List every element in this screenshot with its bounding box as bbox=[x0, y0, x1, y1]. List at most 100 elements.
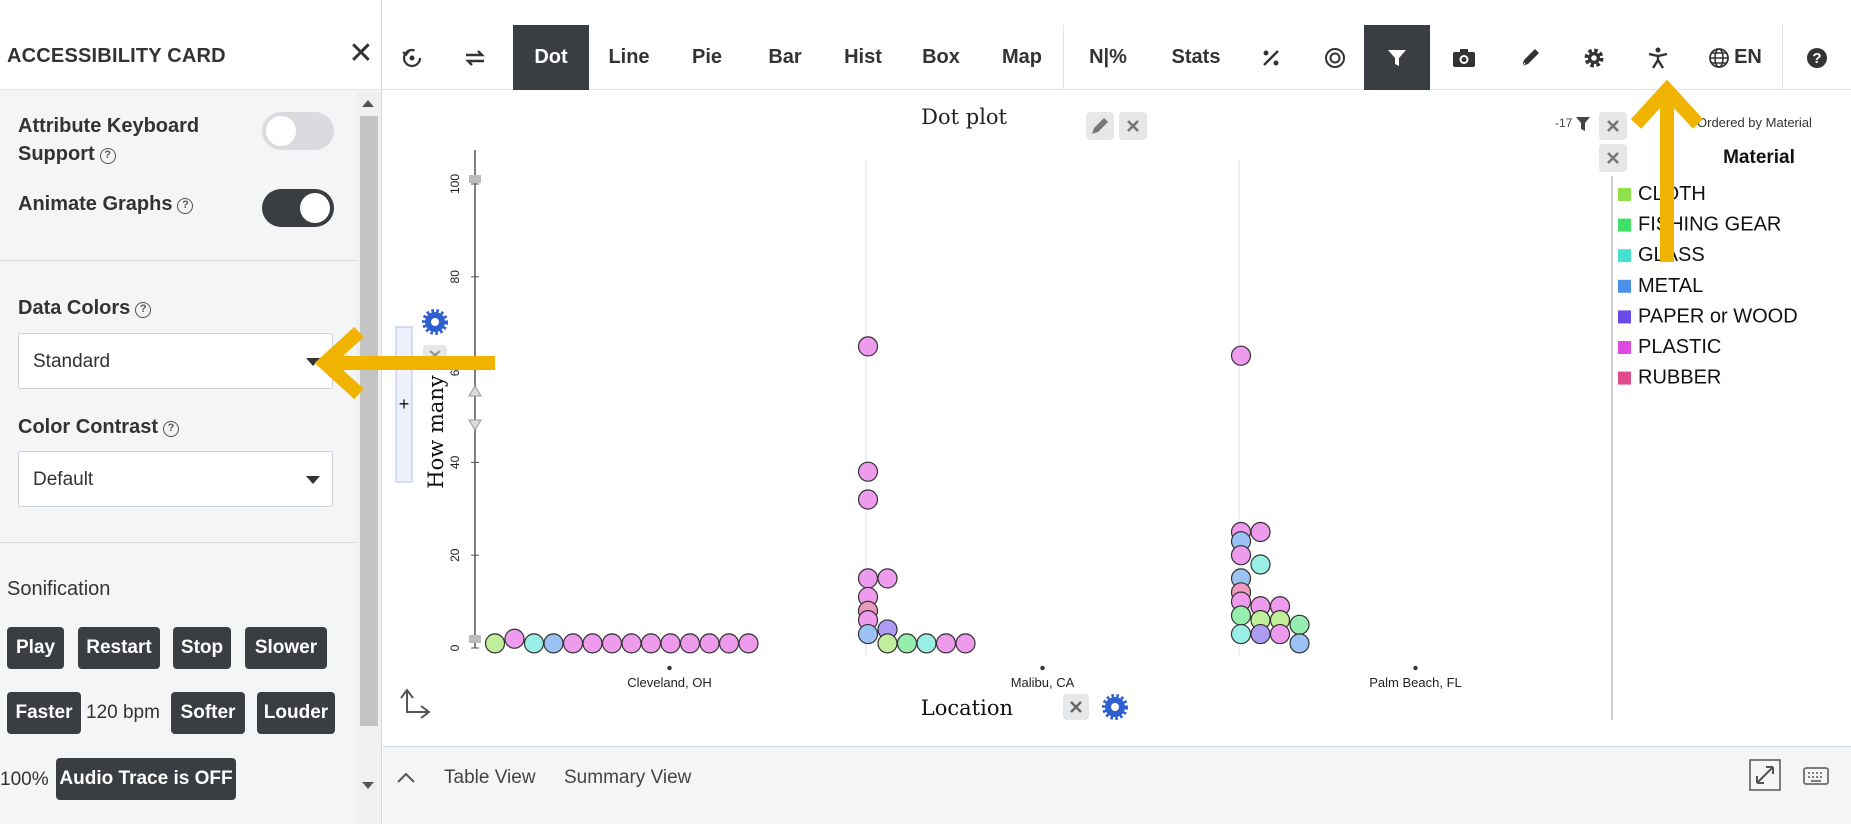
data-point[interactable] bbox=[601, 633, 623, 654]
data-point[interactable] bbox=[955, 633, 976, 654]
softer-button[interactable]: Softer bbox=[171, 692, 245, 734]
data-point[interactable] bbox=[504, 628, 525, 649]
scroll-thumb[interactable] bbox=[360, 116, 378, 726]
close-icon[interactable]: ✕ bbox=[346, 39, 376, 70]
swap-icon[interactable] bbox=[442, 25, 508, 90]
pen-icon[interactable] bbox=[1498, 25, 1562, 90]
remove-x-attribute-icon[interactable] bbox=[1063, 694, 1089, 720]
legend-item-label[interactable]: FISHING GEAR bbox=[1638, 214, 1781, 236]
legend-item-label[interactable]: RUBBER bbox=[1638, 367, 1721, 389]
tab-table-view[interactable]: Table View bbox=[444, 767, 536, 789]
axis-swap-icon[interactable] bbox=[400, 688, 431, 719]
remove-legend-icon[interactable] bbox=[1599, 144, 1627, 172]
data-point[interactable] bbox=[857, 461, 879, 482]
stop-button[interactable]: Stop bbox=[173, 627, 231, 669]
help-icon[interactable]: ? bbox=[99, 148, 116, 164]
keyboard-icon[interactable] bbox=[1803, 767, 1829, 785]
data-point[interactable] bbox=[1230, 345, 1252, 366]
tab-map[interactable]: Map bbox=[981, 25, 1063, 90]
help-icon[interactable]: ? bbox=[163, 421, 179, 437]
data-point[interactable] bbox=[857, 623, 879, 645]
tab-hist[interactable]: Hist bbox=[825, 25, 901, 90]
data-point[interactable] bbox=[857, 489, 879, 510]
data-point[interactable] bbox=[679, 633, 701, 654]
data-point[interactable] bbox=[1250, 623, 1271, 645]
keyboard-support-toggle[interactable] bbox=[262, 112, 334, 150]
data-point[interactable] bbox=[1250, 521, 1271, 543]
x-axis-gear-icon[interactable] bbox=[1102, 694, 1128, 720]
help-icon[interactable]: ? bbox=[1782, 25, 1851, 90]
add-attribute-button[interactable]: + bbox=[399, 394, 410, 414]
legend-swatch[interactable] bbox=[1618, 279, 1631, 293]
legend-swatch[interactable] bbox=[1618, 188, 1631, 201]
data-point[interactable] bbox=[935, 633, 957, 654]
gear-icon[interactable] bbox=[1562, 25, 1626, 90]
legend-swatch[interactable] bbox=[1618, 310, 1631, 324]
expand-icon[interactable] bbox=[1749, 759, 1781, 791]
sidebar-scrollbar[interactable] bbox=[356, 92, 381, 824]
tab-bar[interactable]: Bar bbox=[745, 25, 825, 90]
help-icon[interactable]: ? bbox=[135, 302, 152, 318]
data-point[interactable] bbox=[562, 633, 584, 654]
help-icon[interactable]: ? bbox=[177, 198, 194, 214]
data-point[interactable] bbox=[1289, 633, 1310, 654]
restart-button[interactable]: Restart bbox=[78, 627, 160, 669]
tab-pie[interactable]: Pie bbox=[669, 25, 745, 90]
language-select[interactable]: EN bbox=[1690, 25, 1780, 90]
louder-button[interactable]: Louder bbox=[257, 692, 335, 734]
legend-swatch[interactable] bbox=[1618, 218, 1631, 232]
data-colors-select[interactable]: Standard bbox=[18, 333, 333, 389]
camera-icon[interactable] bbox=[1430, 25, 1498, 90]
edit-title-icon[interactable] bbox=[1086, 112, 1114, 140]
x-axis-label[interactable]: Location bbox=[921, 696, 1013, 720]
scroll-down-icon[interactable] bbox=[362, 782, 374, 789]
filter-icon[interactable] bbox=[1364, 25, 1430, 90]
data-point[interactable] bbox=[484, 633, 506, 654]
data-point[interactable] bbox=[1230, 623, 1252, 645]
remove-filter-icon[interactable] bbox=[1599, 112, 1627, 140]
scroll-up-icon[interactable] bbox=[362, 100, 374, 107]
data-point[interactable] bbox=[582, 633, 603, 654]
data-point[interactable] bbox=[523, 633, 545, 654]
tab-summary-view[interactable]: Summary View bbox=[564, 767, 691, 789]
data-point[interactable] bbox=[718, 633, 740, 654]
data-point[interactable] bbox=[857, 336, 879, 357]
percent-icon[interactable] bbox=[1239, 25, 1303, 90]
legend-item-label[interactable]: CLOTH bbox=[1638, 183, 1706, 205]
audio-trace-button[interactable]: Audio Trace is OFF bbox=[56, 758, 236, 800]
y-axis-gear-icon[interactable] bbox=[422, 309, 448, 335]
tab-box[interactable]: Box bbox=[901, 25, 981, 90]
tab-dot[interactable]: Dot bbox=[513, 25, 589, 90]
remove-title-icon[interactable] bbox=[1119, 112, 1147, 140]
reset-icon[interactable] bbox=[382, 25, 442, 90]
legend-swatch[interactable] bbox=[1618, 371, 1631, 385]
data-point[interactable] bbox=[1230, 545, 1252, 566]
data-point[interactable] bbox=[660, 633, 681, 654]
y-axis-label[interactable]: How many bbox=[424, 375, 448, 489]
animate-graphs-toggle[interactable] bbox=[262, 189, 334, 227]
legend-item-label[interactable]: METAL bbox=[1638, 275, 1703, 297]
chevron-up-icon[interactable] bbox=[395, 769, 417, 785]
slower-button[interactable]: Slower bbox=[245, 627, 327, 669]
legend-swatch[interactable] bbox=[1618, 341, 1631, 354]
data-point[interactable] bbox=[1250, 554, 1271, 575]
accessibility-icon[interactable] bbox=[1626, 25, 1690, 90]
y-min-handle[interactable] bbox=[469, 635, 481, 643]
data-point[interactable] bbox=[738, 633, 759, 654]
data-point[interactable] bbox=[621, 633, 642, 654]
data-point[interactable] bbox=[877, 633, 898, 654]
data-point[interactable] bbox=[699, 633, 720, 654]
play-button[interactable]: Play bbox=[7, 627, 64, 669]
data-point[interactable] bbox=[896, 633, 918, 654]
data-point[interactable] bbox=[1230, 605, 1252, 626]
data-point[interactable] bbox=[543, 633, 564, 654]
legend-swatch[interactable] bbox=[1618, 249, 1631, 263]
y-max-handle[interactable] bbox=[469, 175, 481, 183]
remove-y-attribute-icon[interactable] bbox=[423, 345, 447, 365]
target-icon[interactable] bbox=[1303, 25, 1367, 90]
data-point[interactable] bbox=[1269, 623, 1291, 645]
legend-item-label[interactable]: PAPER or WOOD bbox=[1638, 305, 1798, 327]
legend-item-label[interactable]: PLASTIC bbox=[1638, 336, 1721, 358]
stats-button[interactable]: Stats bbox=[1153, 25, 1239, 90]
color-contrast-select[interactable]: Default bbox=[18, 451, 333, 507]
